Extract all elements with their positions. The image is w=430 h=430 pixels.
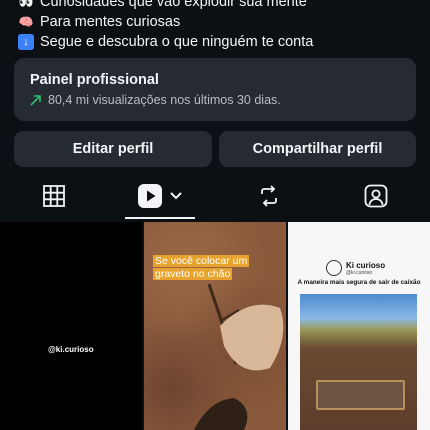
active-tab-indicator <box>125 217 195 219</box>
bio-text: Segue e descubra o que ninguém te conta <box>40 34 314 50</box>
tab-reels[interactable] <box>125 174 195 218</box>
professional-dashboard[interactable]: Painel profissional 80,4 mi visualizaçõe… <box>14 58 416 121</box>
tagged-person-icon <box>364 184 388 208</box>
brain-emoji-icon: 🧠 <box>18 15 34 29</box>
bio-text: Curiosidades que vão explodir sua mente <box>40 0 307 10</box>
profile-tabs <box>0 174 430 220</box>
down-arrow-emoji-icon: ↓ <box>18 34 34 50</box>
tab-reposts[interactable] <box>246 174 292 218</box>
brand-logo-icon <box>326 260 342 276</box>
views-text: 80,4 mi visualizações nos últimos 30 dia… <box>48 93 281 107</box>
trend-up-icon <box>30 94 42 107</box>
coffin-image <box>316 380 405 410</box>
caption-line: graveto no chão <box>153 268 233 280</box>
share-profile-button[interactable]: Compartilhar perfil <box>219 131 416 167</box>
grid-icon <box>43 185 65 207</box>
dashboard-title: Painel profissional <box>30 72 159 88</box>
dashboard-views: 80,4 mi visualizações nos últimos 30 dia… <box>30 93 400 107</box>
reels-grid: @ki.curioso Se você colocar um graveto n… <box>0 222 430 430</box>
bio-text: Para mentes curiosas <box>40 14 181 30</box>
tab-tagged[interactable] <box>353 174 399 218</box>
reel-thumbnail[interactable]: Se você colocar um graveto no chão <box>144 222 286 430</box>
brand-header: Ki curioso @ki.curioso <box>326 260 385 276</box>
eyes-emoji-icon: 👀 <box>18 0 34 9</box>
bio-line: 🧠 Para mentes curiosas <box>18 12 418 32</box>
brand-name: Ki curioso <box>346 260 386 270</box>
watermark-handle: @ki.curioso <box>48 345 94 354</box>
reel-thumbnail[interactable]: @ki.curioso <box>0 222 142 430</box>
profile-bio: 👀 Curiosidades que vão explodir sua ment… <box>18 0 418 52</box>
caption-line: Se você colocar um <box>153 255 250 267</box>
post-headline: A maneira mais segura de sair de caixão <box>297 279 421 286</box>
chevron-down-icon <box>170 192 182 200</box>
edit-profile-button[interactable]: Editar perfil <box>14 131 212 167</box>
brand-handle: @ki.curioso <box>346 269 373 276</box>
bio-line: ↓ Segue e descubra o que ninguém te cont… <box>18 32 418 52</box>
bio-line: 👀 Curiosidades que vão explodir sua ment… <box>18 0 418 12</box>
stick-in-ground-image <box>194 283 284 430</box>
reel-thumbnail[interactable]: Ki curioso @ki.curioso A maneira mais se… <box>288 222 430 430</box>
reels-play-icon <box>138 184 162 208</box>
repost-icon <box>261 185 277 207</box>
tab-grid[interactable] <box>31 174 77 218</box>
reel-caption: Se você colocar um graveto no chão <box>153 255 250 281</box>
